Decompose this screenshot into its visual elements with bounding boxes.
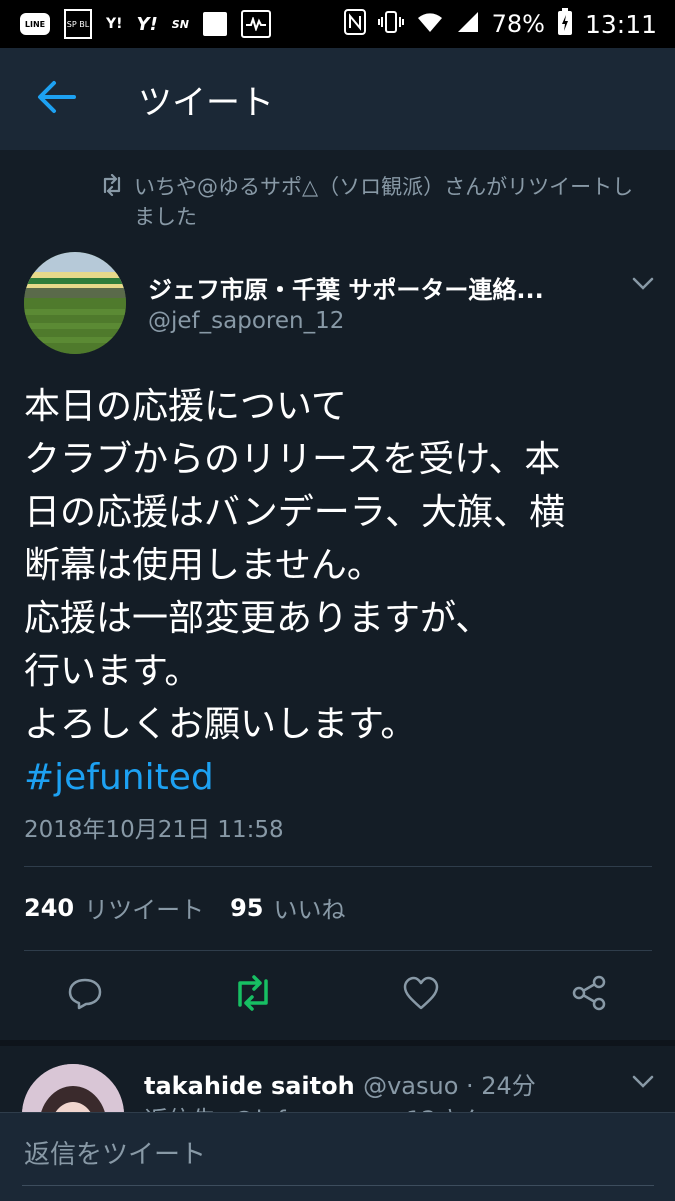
clock: 13:11 bbox=[584, 9, 657, 39]
chevron-down-icon bbox=[628, 277, 658, 302]
line-app-icon: LINE bbox=[20, 13, 50, 35]
compose-bar bbox=[0, 1112, 675, 1201]
reply-button[interactable] bbox=[62, 972, 108, 1018]
page-title: ツイート bbox=[138, 82, 274, 123]
author-avatar[interactable] bbox=[24, 252, 126, 354]
wifi-icon bbox=[416, 10, 444, 38]
reply-input[interactable] bbox=[22, 1127, 652, 1183]
notification-square-icon bbox=[202, 12, 227, 36]
tweet-text-line: 応援は一部変更ありますが、 bbox=[24, 598, 492, 639]
battery-percent: 78% bbox=[491, 10, 545, 38]
reply-icon bbox=[67, 975, 103, 1015]
section-separator bbox=[0, 1040, 675, 1046]
divider bbox=[24, 866, 652, 867]
share-button[interactable] bbox=[566, 972, 612, 1018]
yahoo-mail-icon: Y! bbox=[106, 16, 123, 32]
share-icon bbox=[570, 974, 608, 1016]
retweet-icon bbox=[232, 975, 274, 1015]
tweet-text-line: クラブからのリリースを受け、本 bbox=[24, 439, 561, 480]
reply-menu-button[interactable] bbox=[628, 1066, 658, 1096]
retweet-button[interactable] bbox=[230, 972, 276, 1018]
back-button[interactable] bbox=[26, 69, 86, 129]
author-name[interactable]: ジェフ市原・千葉 サポーター連絡... bbox=[148, 270, 608, 305]
back-arrow-icon bbox=[36, 79, 76, 119]
yahoo-icon: Y! bbox=[136, 13, 158, 35]
reply-author-name: takahide saitoh bbox=[144, 1072, 355, 1100]
hashtag-link[interactable]: #jefunited bbox=[24, 751, 654, 804]
tweet-timestamp: 2018年10月21日 11:58 bbox=[24, 817, 284, 843]
tweet-menu-button[interactable] bbox=[628, 268, 658, 298]
tweet-text-line: 本日の応援について bbox=[24, 386, 347, 427]
heart-icon bbox=[402, 975, 440, 1015]
tweet-text-line: 日の応援はバンデーラ、大旗、横 bbox=[24, 492, 566, 533]
battery-icon bbox=[557, 8, 573, 40]
activity-icon bbox=[240, 10, 271, 38]
app-bar: ツイート bbox=[0, 48, 675, 150]
retweet-context-text: いちや@ゆるサポ△（ソロ観派）さんがリツイートしました bbox=[134, 175, 634, 229]
like-button[interactable] bbox=[398, 972, 444, 1018]
input-underline bbox=[22, 1185, 654, 1186]
sportsbull-app-icon: SP BL bbox=[64, 9, 92, 39]
tweet-text-line: よろしくお願いします。 bbox=[24, 704, 417, 745]
engagement-counts: 240 リツイート 95 いいね bbox=[24, 890, 372, 925]
reply-author-handle: @vasuo · 24分 bbox=[363, 1072, 536, 1100]
like-count[interactable]: 95 bbox=[230, 894, 263, 922]
signal-icon bbox=[456, 10, 480, 38]
retweet-small-icon bbox=[100, 172, 134, 232]
author-handle: @jef_saporen_12 bbox=[148, 308, 345, 334]
retweet-context[interactable]: いちや@ゆるサポ△（ソロ観派）さんがリツイートしました bbox=[100, 172, 640, 232]
tweet-text-line: 行います。 bbox=[24, 651, 201, 692]
reply-author[interactable]: takahide saitoh @vasuo · 24分 bbox=[144, 1066, 536, 1101]
smartnews-icon: SN bbox=[171, 17, 189, 31]
nfc-icon bbox=[343, 9, 366, 39]
retweet-count-label[interactable]: リツイート bbox=[84, 890, 204, 925]
tweet-text-line: 断幕は使用しません。 bbox=[24, 545, 383, 586]
tweet-text: 本日の応援について クラブからのリリースを受け、本 日の応援はバンデーラ、大旗、… bbox=[24, 380, 654, 804]
like-count-label[interactable]: いいね bbox=[274, 890, 346, 925]
chevron-down-icon bbox=[628, 1075, 658, 1100]
divider bbox=[24, 950, 652, 951]
vibrate-icon bbox=[377, 9, 404, 39]
tweet-action-bar bbox=[0, 960, 675, 1030]
retweet-count[interactable]: 240 bbox=[24, 894, 74, 922]
status-bar: LINE SP BL Y! Y! SN 78% 13:11 bbox=[0, 0, 675, 48]
